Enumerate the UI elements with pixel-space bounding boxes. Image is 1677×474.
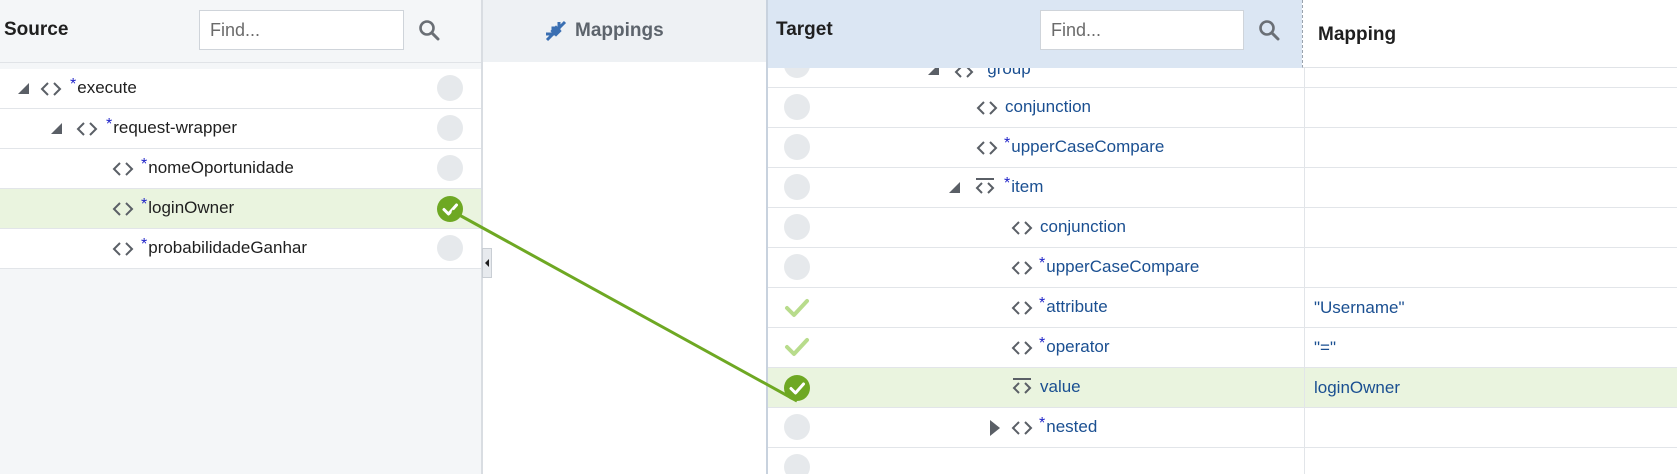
target-row-label: *nested (1039, 415, 1098, 436)
mapping-value[interactable]: loginOwner (1314, 378, 1400, 398)
mapping-column-header: Mapping (1302, 0, 1677, 68)
mapped-check-icon[interactable] (784, 375, 810, 401)
target-row-label: value (1040, 377, 1081, 396)
target-row-partial (768, 448, 1677, 474)
mapping-value[interactable]: "Username" (1314, 298, 1405, 318)
element-icon (1011, 301, 1033, 315)
target-row-conjunction[interactable]: conjunction (768, 208, 1677, 248)
target-row-upperCaseCompare[interactable]: *upperCaseCompare (768, 128, 1677, 168)
collapse-arrow-icon[interactable] (18, 83, 29, 94)
mapping-status-empty-icon (784, 454, 810, 474)
target-search-button[interactable] (1253, 14, 1285, 46)
element-icon (1011, 341, 1033, 355)
search-icon (419, 20, 440, 41)
literal-check-icon (785, 299, 809, 317)
source-row-label: *loginOwner (141, 196, 235, 217)
sequence-element-icon (1012, 378, 1032, 394)
mapping-status-empty-icon (784, 68, 810, 78)
source-row-execute[interactable]: *execute (0, 69, 481, 109)
sequence-element-icon (954, 68, 974, 78)
source-search-input[interactable] (199, 10, 404, 50)
mapping-column-title: Mapping (1318, 24, 1397, 45)
source-header: Source (0, 0, 481, 63)
target-row-label: conjunction (1040, 217, 1127, 236)
target-row-attribute[interactable]: *attribute "Username" (768, 288, 1677, 328)
mapping-status-empty-icon (784, 134, 810, 160)
target-row-label: conjunction (1005, 97, 1092, 116)
source-row-label: *execute (70, 76, 137, 97)
target-row-conjunction[interactable]: conjunction (768, 88, 1677, 128)
target-header: Target (766, 0, 1302, 68)
target-row-label: *upperCaseCompare (1004, 135, 1165, 156)
mapping-status-empty-icon (784, 174, 810, 200)
target-search-input[interactable] (1040, 10, 1244, 50)
collapse-arrow-icon[interactable] (949, 182, 960, 193)
target-row-label: *item (1004, 175, 1044, 196)
element-icon (112, 162, 134, 176)
mapping-link-icon (545, 20, 567, 42)
target-row-group[interactable]: *group (768, 68, 1677, 88)
source-row-request-wrapper[interactable]: *request-wrapper (0, 109, 481, 149)
element-icon (112, 202, 134, 216)
mapping-status-empty-icon (784, 94, 810, 120)
mappings-canvas (483, 62, 766, 474)
mapping-status-empty-icon (437, 115, 463, 141)
mapping-status-empty-icon (784, 214, 810, 240)
mapping-value[interactable]: "=" (1314, 338, 1336, 358)
mapping-status-empty-icon (437, 235, 463, 261)
literal-check-icon (785, 338, 809, 356)
expand-arrow-icon[interactable] (990, 420, 1000, 436)
target-tree: *group conjunction *upperCaseCompare *it… (766, 68, 1677, 474)
collapse-panel-handle[interactable] (482, 248, 492, 278)
mapping-status-empty-icon (437, 75, 463, 101)
element-icon (1011, 421, 1033, 435)
source-row-loginOwner[interactable]: *loginOwner (0, 189, 481, 229)
search-icon (1259, 20, 1280, 41)
source-row-label: *nomeOportunidade (141, 156, 294, 177)
target-row-value[interactable]: value loginOwner (768, 368, 1677, 408)
mapping-status-empty-icon (437, 155, 463, 181)
target-row-label: *operator (1039, 335, 1110, 356)
element-icon (976, 141, 998, 155)
collapse-arrow-icon[interactable] (928, 68, 939, 75)
source-search-button[interactable] (413, 14, 445, 46)
target-row-upperCaseCompare[interactable]: *upperCaseCompare (768, 248, 1677, 288)
element-icon (112, 242, 134, 256)
mapping-status-empty-icon (784, 254, 810, 280)
sequence-element-icon (975, 178, 995, 194)
target-row-label: *upperCaseCompare (1039, 255, 1200, 276)
element-icon (76, 122, 98, 136)
source-row-label: *probabilidadeGanhar (141, 236, 308, 257)
mappings-title: Mappings (575, 20, 664, 41)
element-icon (1011, 261, 1033, 275)
target-row-label: *attribute (1039, 295, 1108, 316)
element-icon (40, 82, 62, 96)
source-title: Source (4, 19, 69, 40)
collapse-arrow-icon[interactable] (51, 123, 62, 134)
target-row-item[interactable]: *item (768, 168, 1677, 208)
source-row-probabilidadeGanhar[interactable]: *probabilidadeGanhar (0, 229, 481, 269)
mapped-check-icon[interactable] (437, 196, 463, 222)
mappings-header: Mappings (483, 0, 766, 62)
target-row-operator[interactable]: *operator "=" (768, 328, 1677, 368)
element-icon (1011, 221, 1033, 235)
target-row-label: *group (980, 68, 1031, 78)
target-row-nested[interactable]: *nested (768, 408, 1677, 448)
collapse-left-icon (485, 259, 489, 267)
mapping-status-empty-icon (784, 414, 810, 440)
source-row-label: *request-wrapper (106, 116, 238, 137)
source-row-nomeOportunidade[interactable]: *nomeOportunidade (0, 149, 481, 189)
element-icon (976, 101, 998, 115)
target-title: Target (776, 19, 833, 40)
